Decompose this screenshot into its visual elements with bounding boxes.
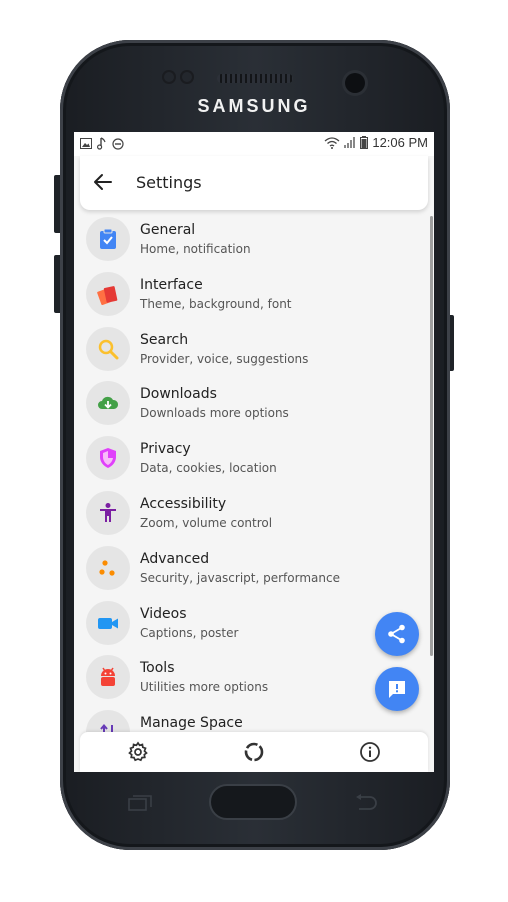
- loading-ring-icon[interactable]: [243, 741, 265, 763]
- recent-apps-key-icon: [128, 795, 152, 811]
- palette-card-icon: [97, 285, 118, 305]
- settings-item-title: Search: [140, 331, 189, 348]
- settings-item-title: Advanced: [140, 550, 210, 567]
- settings-item-title: Accessibility: [140, 495, 227, 512]
- gear-icon[interactable]: [127, 741, 149, 763]
- clipboard-check-icon: [100, 228, 116, 249]
- status-bar: 12:06 PM: [74, 132, 434, 156]
- battery-icon: [360, 136, 369, 149]
- feedback-icon: [389, 681, 405, 698]
- cloud-download-icon: [98, 397, 119, 410]
- settings-item-subtitle: Provider, voice, suggestions: [140, 351, 309, 366]
- proximity-sensor: [162, 70, 176, 84]
- settings-item-interface[interactable]: Interface Theme, background, font: [74, 269, 434, 324]
- back-key-icon: [356, 794, 377, 810]
- scrollbar[interactable]: [430, 216, 433, 656]
- share-fab-button[interactable]: [375, 612, 419, 656]
- bottom-nav-bar: [80, 732, 428, 772]
- share-icon: [388, 624, 405, 644]
- settings-item-downloads[interactable]: Downloads Downloads more options: [74, 378, 434, 433]
- wifi-icon: [324, 136, 340, 149]
- home-key: [209, 784, 297, 820]
- settings-item-title: Tools: [140, 660, 175, 677]
- settings-item-title: Videos: [140, 605, 187, 622]
- settings-item-subtitle: Security, javascript, performance: [140, 570, 340, 585]
- signal-icon: [344, 137, 356, 148]
- front-camera: [345, 73, 365, 93]
- status-time: 12:06 PM: [372, 135, 428, 150]
- settings-item-subtitle: Data, cookies, location: [140, 461, 277, 476]
- settings-item-subtitle: Captions, poster: [140, 625, 239, 640]
- settings-item-title: Privacy: [140, 441, 191, 458]
- earpiece: [217, 74, 293, 83]
- settings-item-advanced[interactable]: Advanced Security, javascript, performan…: [74, 543, 434, 598]
- settings-item-subtitle: Utilities more options: [140, 680, 269, 695]
- shield-icon: [100, 448, 116, 469]
- info-icon[interactable]: [359, 741, 381, 763]
- screen: 12:06 PM Settings General Home, notifica…: [74, 132, 434, 772]
- feedback-fab-button[interactable]: [375, 667, 419, 711]
- search-icon: [98, 339, 119, 360]
- settings-item-subtitle: Zoom, volume control: [140, 515, 273, 530]
- settings-item-title: Manage Space: [140, 715, 243, 732]
- android-icon: [101, 667, 115, 687]
- dots-cluster-icon: [99, 560, 115, 576]
- image-notification-icon: [80, 138, 92, 149]
- videocam-icon: [98, 617, 118, 629]
- brand-logo: SAMSUNG: [197, 96, 311, 116]
- settings-item-subtitle: Downloads more options: [140, 406, 289, 421]
- app-bar: Settings: [80, 156, 428, 210]
- settings-item-subtitle: Home, notification: [140, 242, 251, 256]
- settings-item-subtitle: Theme, background, font: [140, 296, 292, 311]
- light-sensor: [180, 70, 194, 84]
- settings-item-title: Interface: [140, 276, 203, 293]
- accessibility-icon: [100, 502, 116, 522]
- settings-item-title: General: [140, 222, 196, 238]
- settings-item-general[interactable]: General Home, notification: [74, 214, 434, 269]
- settings-item-title: Downloads: [140, 386, 217, 403]
- do-not-disturb-icon: [112, 137, 124, 150]
- settings-item-accessibility[interactable]: Accessibility Zoom, volume control: [74, 488, 434, 543]
- back-arrow-icon[interactable]: [92, 171, 114, 193]
- settings-item-search[interactable]: Search Provider, voice, suggestions: [74, 324, 434, 379]
- page-title: Settings: [136, 173, 202, 192]
- settings-item-privacy[interactable]: Privacy Data, cookies, location: [74, 433, 434, 488]
- music-note-icon: [97, 137, 106, 150]
